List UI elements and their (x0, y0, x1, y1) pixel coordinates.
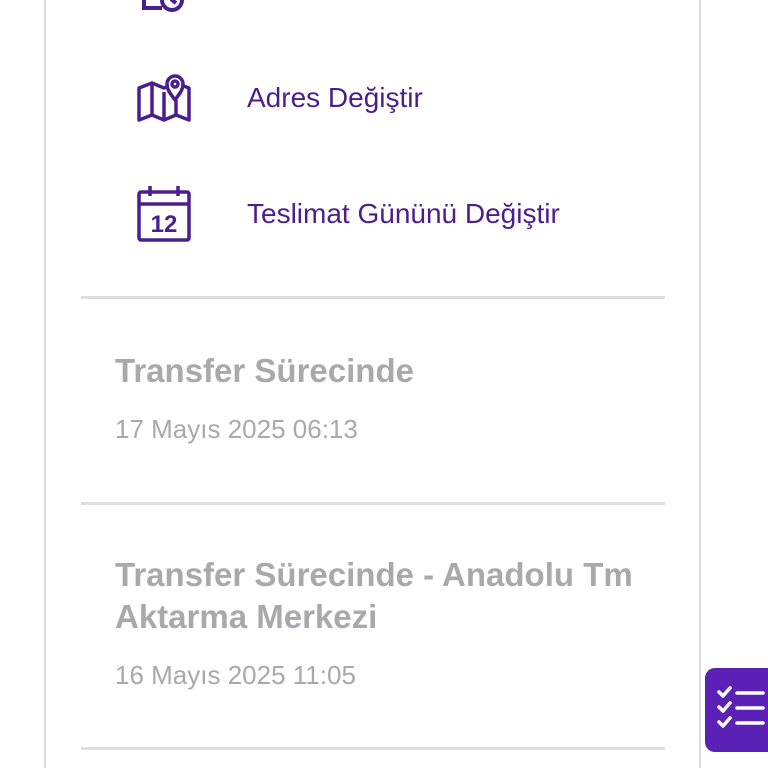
map-pin-icon (136, 70, 192, 126)
change-delivery-day-label: Teslimat Gününü Değiştir (247, 198, 560, 229)
change-address-button[interactable]: Adres Değiştir (136, 70, 423, 126)
divider (81, 502, 665, 505)
divider (81, 296, 665, 299)
event-date: 16 Mayıs 2025 11:05 (115, 660, 356, 690)
checklist-fab-button[interactable] (705, 668, 768, 752)
checklist-icon (717, 685, 765, 736)
action-row-partial[interactable] (136, 0, 192, 16)
shipment-detail-card: Adres Değiştir 12 Teslimat Gününü Değişt… (44, 0, 701, 768)
tracking-event: Transfer Sürecinde - Anadolu Tm Aktarma … (115, 554, 635, 691)
clock-calendar-icon (136, 0, 192, 16)
event-title: Transfer Sürecinde - Anadolu Tm Aktarma … (115, 556, 633, 635)
event-title: Transfer Sürecinde (115, 352, 414, 389)
page: Adres Değiştir 12 Teslimat Gününü Değişt… (0, 0, 768, 768)
calendar-icon: 12 (136, 186, 192, 242)
change-delivery-day-button[interactable]: 12 Teslimat Gününü Değiştir (136, 186, 560, 242)
calendar-day-text: 12 (151, 211, 178, 238)
event-date: 17 Mayıs 2025 06:13 (115, 414, 358, 444)
tracking-event: Transfer Sürecinde 17 Mayıs 2025 06:13 (115, 350, 635, 445)
divider (81, 747, 665, 750)
change-address-label: Adres Değiştir (247, 82, 423, 113)
